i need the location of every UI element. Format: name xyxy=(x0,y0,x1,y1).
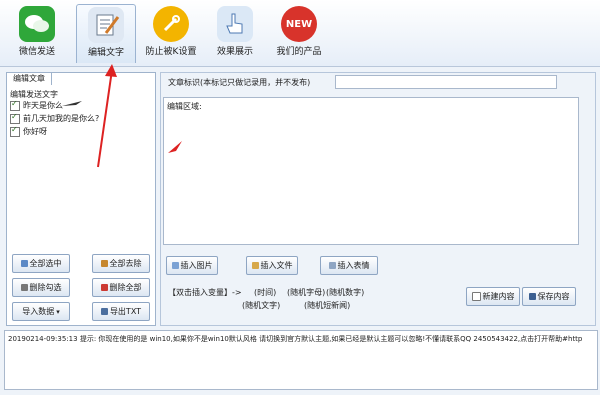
button-label: 新建内容 xyxy=(482,292,515,301)
deselect-all-button[interactable]: 全部去除 xyxy=(92,254,150,273)
toolbar-our-products[interactable]: NEW 我们的产品 xyxy=(270,4,328,62)
tab-edit-article[interactable]: 编辑文章 xyxy=(6,72,52,85)
file-icon xyxy=(251,262,259,269)
variable-random-text[interactable]: (随机文字) xyxy=(242,300,280,311)
variable-time[interactable]: (时间) xyxy=(254,287,276,298)
deselect-all-icon xyxy=(100,260,108,267)
button-label: 保存内容 xyxy=(537,292,570,301)
edit-area[interactable]: 编辑区域: xyxy=(163,97,579,245)
list-item-label: 昨天是你么 xyxy=(23,101,63,110)
list-item[interactable]: 昨天是你么 xyxy=(10,99,99,112)
insert-image-button[interactable]: 插入图片 xyxy=(166,256,218,275)
status-text: 20190214-09:35:13 提示: 你现在使用的是 win10,如果你不… xyxy=(8,335,583,343)
list-item[interactable]: 你好呀 xyxy=(10,125,99,138)
checkbox[interactable] xyxy=(10,112,20,124)
checkbox[interactable] xyxy=(10,99,20,111)
delete-checked-button[interactable]: 删除勾选 xyxy=(12,278,70,297)
image-icon xyxy=(171,262,179,269)
save-content-button[interactable]: 保存内容 xyxy=(522,287,576,306)
insert-emoji-button[interactable]: 插入表情 xyxy=(320,256,378,275)
toolbar-label: 编辑文字 xyxy=(87,48,124,58)
toolbar-anti-ban-settings[interactable]: 防止被K设置 xyxy=(142,4,200,62)
variable-random-short-news[interactable]: (随机短新闻) xyxy=(304,300,350,311)
button-label: 插入图片 xyxy=(180,261,213,270)
wechat-icon xyxy=(19,6,55,42)
toolbar-edit-text[interactable]: 编辑文字 xyxy=(76,4,136,63)
export-icon xyxy=(100,308,108,315)
list-item-label: 你好呀 xyxy=(23,127,47,136)
toolbar-wechat-send[interactable]: 微信发送 xyxy=(8,4,66,62)
toolbar-label: 防止被K设置 xyxy=(145,47,197,57)
select-all-button[interactable]: 全部选中 xyxy=(12,254,70,273)
emoji-icon xyxy=(328,262,336,269)
button-label: 全部选中 xyxy=(29,259,62,268)
list-item-label: 前几天加我的是你么? xyxy=(23,114,100,123)
new-badge-icon: NEW xyxy=(281,6,317,42)
button-label: 删除全部 xyxy=(109,283,142,292)
wrench-icon xyxy=(153,6,189,42)
article-checkbox-list: 昨天是你么 前几天加我的是你么? 你好呀 xyxy=(10,99,99,138)
status-log: 20190214-09:35:13 提示: 你现在使用的是 win10,如果你不… xyxy=(4,330,598,390)
toolbar-effect-display[interactable]: 效果展示 xyxy=(206,4,264,62)
article-title-input[interactable] xyxy=(335,75,557,89)
insert-file-button[interactable]: 插入文件 xyxy=(246,256,298,275)
new-content-button[interactable]: 新建内容 xyxy=(466,287,520,306)
import-data-button[interactable]: 导入数据 ▾ xyxy=(12,302,70,321)
new-badge-text: NEW xyxy=(285,18,313,30)
variable-random-number[interactable]: (随机数字) xyxy=(326,287,364,298)
select-all-icon xyxy=(20,260,28,267)
toolbar-label: 微信发送 xyxy=(18,47,55,57)
toolbar-label: 效果展示 xyxy=(216,47,253,57)
insert-variable-label: 【双击插入变量】-> xyxy=(168,288,242,297)
variable-random-letter[interactable]: (随机字母) xyxy=(287,287,325,298)
export-txt-button[interactable]: 导出TXT xyxy=(92,302,150,321)
eraser-icon xyxy=(20,284,28,291)
pointer-hand-icon xyxy=(217,6,253,42)
button-label: 插入表情 xyxy=(337,261,370,270)
annotation-arrow xyxy=(168,141,182,153)
dropdown-arrow-icon: ▾ xyxy=(56,307,60,316)
annotation-arrow xyxy=(62,101,82,106)
toolbar: 微信发送 编辑文字 防止被K设置 效果展示 NEW 我们的产品 xyxy=(0,0,600,67)
edit-text-icon xyxy=(88,7,124,43)
delete-all-button[interactable]: 删除全部 xyxy=(92,278,150,297)
new-document-icon xyxy=(471,292,481,301)
save-icon xyxy=(528,293,536,300)
delete-icon xyxy=(100,284,108,291)
annotation-arrow xyxy=(97,64,117,168)
button-label: 插入文件 xyxy=(260,261,293,270)
toolbar-label: 我们的产品 xyxy=(276,47,322,57)
button-label: 全部去除 xyxy=(109,259,142,268)
button-label: 导入数据 xyxy=(22,307,55,316)
edit-area-label: 编辑区域: xyxy=(167,102,202,111)
button-label: 删除勾选 xyxy=(29,283,62,292)
checkbox[interactable] xyxy=(10,125,20,137)
button-label: 导出TXT xyxy=(109,307,142,316)
list-item[interactable]: 前几天加我的是你么? xyxy=(10,112,99,125)
article-title-label: 文章标识(本标记只做记录用，并不发布) xyxy=(168,78,311,87)
